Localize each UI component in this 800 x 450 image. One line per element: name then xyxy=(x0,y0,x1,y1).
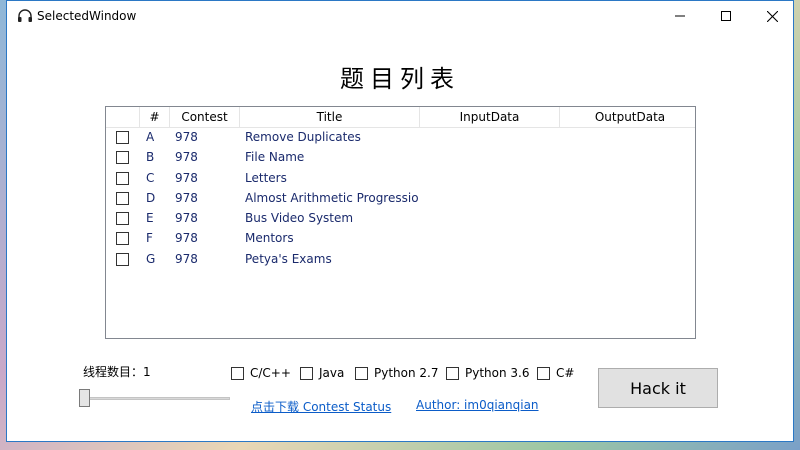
row-checkbox[interactable] xyxy=(116,232,129,245)
thread-slider-track[interactable] xyxy=(83,397,230,400)
lang-label: Python 2.7 xyxy=(374,366,439,380)
row-title: Bus Video System xyxy=(245,211,354,225)
row-id: G xyxy=(146,252,156,266)
checkbox-box[interactable] xyxy=(537,366,550,380)
table-row[interactable]: E 978 Bus Video System xyxy=(106,209,695,229)
row-contest: 978 xyxy=(175,252,198,266)
author-link[interactable]: Author: im0qianqian xyxy=(416,398,539,412)
row-contest: 978 xyxy=(175,231,198,245)
row-title: Remove Duplicates xyxy=(245,130,361,144)
problem-table[interactable]: # Contest Title InputData OutputData A 9… xyxy=(105,106,696,339)
row-checkbox[interactable] xyxy=(116,172,129,185)
close-icon xyxy=(766,10,778,22)
table-row[interactable]: A 978 Remove Duplicates xyxy=(106,128,695,148)
row-contest: 978 xyxy=(175,211,198,225)
thread-slider-thumb[interactable] xyxy=(79,389,90,407)
maximize-button[interactable] xyxy=(703,1,749,31)
table-row[interactable]: C 978 Letters xyxy=(106,169,695,189)
checkbox-box[interactable] xyxy=(355,366,368,380)
title-bar[interactable]: SelectedWindow xyxy=(7,1,793,31)
checkbox-box[interactable] xyxy=(300,366,313,380)
lang-checkbox-java[interactable]: Java xyxy=(300,365,344,381)
row-contest: 978 xyxy=(175,171,198,185)
table-row[interactable]: G 978 Petya's Exams xyxy=(106,250,695,270)
header-contest[interactable]: Contest xyxy=(170,107,240,127)
lang-checkbox-cpp[interactable]: C/C++ xyxy=(231,365,291,381)
row-title: Letters xyxy=(245,171,287,185)
row-contest: 978 xyxy=(175,191,198,205)
row-checkbox[interactable] xyxy=(116,253,129,266)
headphones-icon xyxy=(17,8,33,24)
row-id: C xyxy=(146,171,155,185)
lang-label: Python 3.6 xyxy=(465,366,530,380)
lang-checkbox-python36[interactable]: Python 3.6 xyxy=(446,365,530,381)
minimize-icon xyxy=(675,15,685,17)
row-id: A xyxy=(146,130,155,144)
maximize-icon xyxy=(721,11,731,21)
row-checkbox[interactable] xyxy=(116,192,129,205)
row-checkbox[interactable] xyxy=(116,151,129,164)
row-id: B xyxy=(146,150,155,164)
minimize-button[interactable] xyxy=(657,1,703,31)
row-title: Mentors xyxy=(245,231,294,245)
row-id: D xyxy=(146,191,156,205)
header-checkbox-col xyxy=(106,107,140,127)
lang-checkbox-python27[interactable]: Python 2.7 xyxy=(355,365,439,381)
header-inputdata[interactable]: InputData xyxy=(420,107,560,127)
row-title: Almost Arithmetic Progressio xyxy=(245,191,419,205)
row-contest: 978 xyxy=(175,130,198,144)
download-status-link[interactable]: 点击下载 Contest Status xyxy=(251,398,391,415)
table-row[interactable]: D 978 Almost Arithmetic Progressio xyxy=(106,189,695,209)
main-window: SelectedWindow 题目列表 # Contest Title Inpu… xyxy=(6,0,794,442)
row-checkbox[interactable] xyxy=(116,212,129,225)
lang-label: Java xyxy=(319,366,345,380)
table-row[interactable]: F 978 Mentors xyxy=(106,229,695,249)
checkbox-box[interactable] xyxy=(446,366,459,380)
header-title[interactable]: Title xyxy=(240,107,420,127)
row-contest: 978 xyxy=(175,150,198,164)
table-row[interactable]: B 978 File Name xyxy=(106,148,695,168)
lang-checkbox-csharp[interactable]: C# xyxy=(537,365,574,381)
row-id: E xyxy=(146,211,154,225)
page-title: 题目列表 xyxy=(340,65,460,93)
lang-label: C/C++ xyxy=(250,366,291,380)
header-outputdata[interactable]: OutputData xyxy=(560,107,700,127)
window-title: SelectedWindow xyxy=(37,9,137,23)
lang-label: C# xyxy=(556,366,575,380)
header-id[interactable]: # xyxy=(140,107,170,127)
checkbox-box[interactable] xyxy=(231,366,244,380)
row-title: File Name xyxy=(245,150,305,164)
hack-button[interactable]: Hack it xyxy=(598,368,718,408)
table-header: # Contest Title InputData OutputData xyxy=(106,107,695,128)
row-id: F xyxy=(146,231,153,245)
row-title: Petya's Exams xyxy=(245,252,332,266)
thread-count-label: 线程数目：1 xyxy=(83,365,151,379)
row-checkbox[interactable] xyxy=(116,131,129,144)
close-button[interactable] xyxy=(749,1,795,31)
